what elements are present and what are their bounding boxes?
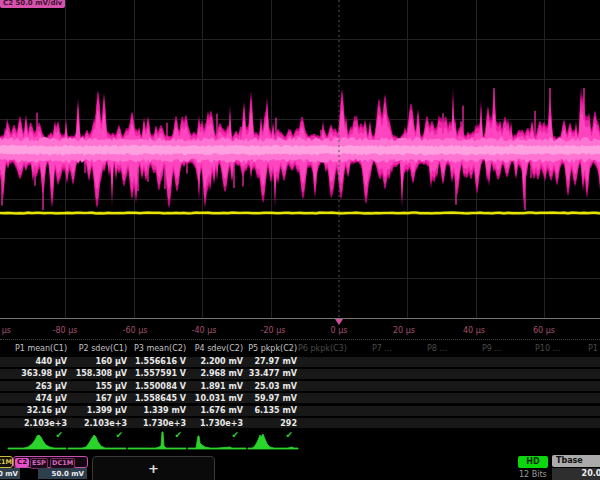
hd-mode-badge[interactable]: HD	[518, 456, 548, 468]
waveform-traces	[0, 0, 600, 340]
channel-c1-value-strip[interactable]: 50.0 mV	[0, 468, 20, 479]
measure-value-p4: 2.200 mV	[200, 357, 243, 366]
measure-min-p5: 25.03 mV	[254, 382, 297, 391]
axis-label: 20 µs	[393, 326, 415, 335]
plus-icon: +	[93, 461, 214, 476]
axis-label: -100 µs	[0, 326, 11, 335]
measure-min-p2: 155 µV	[95, 382, 127, 391]
measure-header-unused[interactable]: P8 ...	[427, 344, 447, 353]
measure-min-p3: 1.550084 V	[135, 382, 186, 391]
separator-line	[0, 339, 600, 340]
measure-sdev-p3: 1.339 mV	[143, 406, 186, 415]
channel-c1-descriptor[interactable]: DC1M	[0, 456, 13, 468]
measure-min-p1: 263 µV	[35, 382, 67, 391]
timebase-label: Tbase	[552, 455, 600, 467]
measure-header[interactable]: P3 mean(C2)	[134, 344, 186, 353]
axis-label: -20 µs	[261, 326, 286, 335]
measure-value-p3: 1.556616 V	[135, 357, 186, 366]
measure-header-unused[interactable]: P1	[588, 344, 598, 353]
axis-label: 60 µs	[533, 326, 555, 335]
measure-sdev-p2: 1.399 µV	[87, 406, 127, 415]
channel-c2-value-strip[interactable]: 50.0 mV	[38, 468, 87, 479]
measure-header-unused[interactable]: P9 ...	[482, 344, 502, 353]
measure-sdev-p5: 6.135 mV	[254, 406, 297, 415]
measure-header[interactable]: P1 mean(C1)	[15, 344, 67, 353]
measure-max-p3: 1.558645 V	[135, 394, 186, 403]
axis-label: -60 µs	[123, 326, 148, 335]
measure-num-p5: 292	[280, 419, 297, 428]
axis-label: 40 µs	[463, 326, 485, 335]
trigger-position-marker[interactable]	[335, 319, 343, 325]
measure-header-unused[interactable]: P7 ...	[372, 344, 392, 353]
measure-value-p2: 160 µV	[95, 357, 127, 366]
channel-c2-descriptor[interactable]: C2 ESP DC1M	[13, 456, 88, 468]
measure-mean-p5: 33.477 mV	[249, 369, 297, 378]
measure-num-p3: 1.730e+3	[143, 419, 186, 428]
axis-label: -40 µs	[192, 326, 217, 335]
channel-c2-badge: C2	[15, 458, 29, 467]
measure-max-p4: 10.031 mV	[195, 394, 243, 403]
measure-num-p4: 1.730e+3	[200, 419, 243, 428]
measure-header[interactable]: P5 pkpk(C2)	[248, 344, 297, 353]
hd-bits-label: 12 Bits	[519, 470, 547, 479]
measure-mean-p4: 2.968 mV	[200, 369, 243, 378]
channel-c2-vdiv: 50.0 mV	[52, 470, 84, 478]
measure-sdev-p1: 32.16 µV	[27, 406, 67, 415]
timebase-value: 20.0 µ	[552, 468, 600, 480]
axis-label: 0 µs	[331, 326, 348, 335]
trace-descriptor-badge[interactable]: C2 50.0 mV/div	[0, 0, 65, 8]
axis-label: -80 µs	[53, 326, 78, 335]
measure-max-p5: 59.97 mV	[254, 394, 297, 403]
add-trace-button[interactable]: +	[92, 456, 215, 480]
oscilloscope-screen: C2 50.0 mV/div -100 µs -80 µs -60 µs -40 µs…	[0, 0, 600, 480]
channel-c1-coupling-tag: DC1M	[0, 458, 12, 466]
measure-value-p1: 440 µV	[35, 357, 67, 366]
measure-header[interactable]: P2 sdev(C1)	[79, 344, 127, 353]
measure-value-p5: 27.97 mV	[254, 357, 297, 366]
measure-sdev-p4: 1.676 mV	[200, 406, 243, 415]
measure-mean-p2: 158.308 µV	[76, 369, 127, 378]
measure-header-unused[interactable]: P6 pkpk(C3)	[298, 344, 347, 353]
measure-header-unused[interactable]: P10 ...	[535, 344, 560, 353]
measure-max-p1: 474 µV	[35, 394, 67, 403]
measure-histicons	[0, 430, 600, 460]
timebase-descriptor[interactable]: Tbase 20.0 µ	[552, 455, 600, 480]
measure-mean-p3: 1.557591 V	[135, 369, 186, 378]
measure-min-p4: 1.891 mV	[200, 382, 243, 391]
measure-mean-p1: 363.98 µV	[21, 369, 67, 378]
measure-max-p2: 167 µV	[95, 394, 127, 403]
measure-num-p1: 2.103e+3	[24, 419, 67, 428]
measure-num-p2: 2.103e+3	[84, 419, 127, 428]
channel-c1-vdiv: 50.0 mV	[0, 470, 18, 478]
measure-header[interactable]: P4 sdev(C2)	[195, 344, 243, 353]
